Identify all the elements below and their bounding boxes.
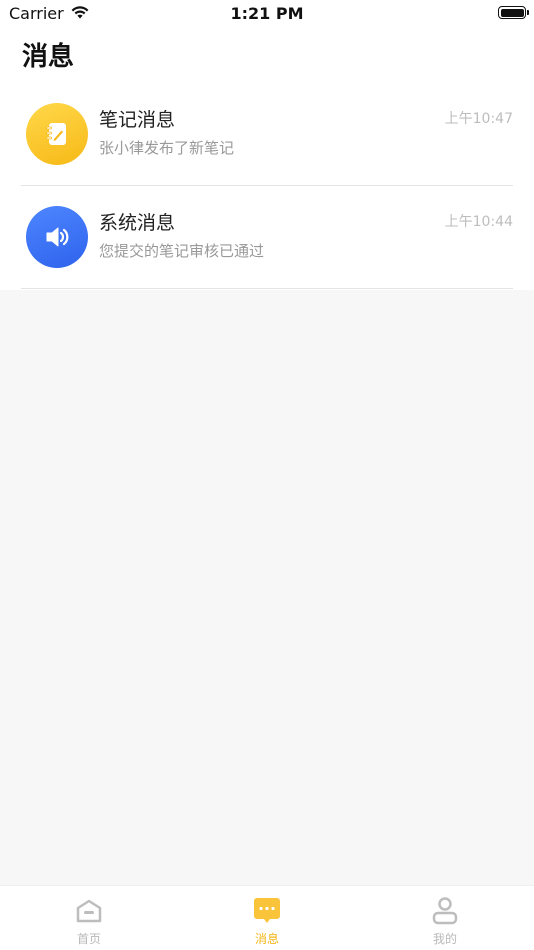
- tab-label: 消息: [254, 932, 279, 946]
- tab-home[interactable]: 首页: [0, 886, 178, 950]
- notebook-icon: [26, 103, 88, 165]
- tab-profile[interactable]: 我的: [356, 886, 534, 950]
- message-time: 上午10:44: [444, 214, 513, 230]
- message-title: 系统消息: [99, 212, 176, 234]
- message-title: 笔记消息: [99, 109, 176, 131]
- tab-bar: 首页 消息 我的: [0, 885, 534, 950]
- page-title: 消息: [22, 42, 75, 72]
- profile-icon: [430, 896, 460, 926]
- status-bar: Carrier 1:21 PM: [0, 0, 534, 28]
- message-preview: 张小律发布了新笔记: [99, 139, 235, 157]
- message-icon: [252, 896, 282, 926]
- message-time: 上午10:47: [444, 111, 513, 127]
- list-item-note-messages[interactable]: 笔记消息 张小律发布了新笔记 上午10:47: [21, 83, 513, 186]
- speaker-icon: [26, 206, 88, 268]
- list-item-system-messages[interactable]: 系统消息 您提交的笔记审核已通过 上午10:44: [21, 186, 513, 289]
- battery-icon: [498, 6, 529, 19]
- tab-label: 我的: [432, 932, 457, 946]
- home-icon: [74, 896, 104, 926]
- message-preview: 您提交的笔记审核已通过: [99, 242, 265, 260]
- status-time: 1:21 PM: [230, 4, 304, 23]
- message-list: 笔记消息 张小律发布了新笔记 上午10:47 系统消息 您提交的笔记审核已通过 …: [21, 83, 513, 289]
- tab-messages[interactable]: 消息: [178, 886, 356, 950]
- tab-label: 首页: [76, 932, 101, 946]
